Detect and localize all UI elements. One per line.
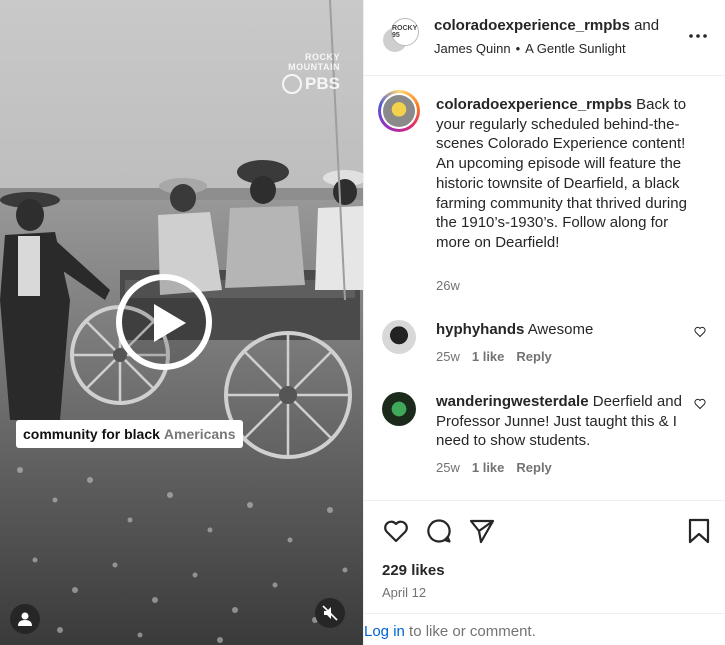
header-username[interactable]: coloradoexperience_rmpbs	[434, 17, 630, 34]
login-link[interactable]: Log in	[364, 623, 405, 640]
post-caption: coloradoexperience_rmpbs Back to your re…	[436, 95, 706, 253]
play-button[interactable]	[116, 274, 212, 370]
comment-likes[interactable]: 1 like	[472, 460, 505, 475]
caption-text-light: Americans	[163, 426, 236, 442]
caption-username[interactable]: coloradoexperience_rmpbs	[436, 96, 632, 113]
more-horizontal-icon	[689, 34, 707, 38]
share-icon[interactable]	[468, 517, 496, 545]
caption-text-dark: community for black	[23, 426, 160, 442]
comment-body: Awesome	[527, 321, 594, 338]
more-options-button[interactable]	[686, 24, 710, 48]
comment-heart-icon[interactable]	[694, 326, 706, 338]
caption-avatar[interactable]	[378, 90, 420, 132]
rocky-mountain-pbs-watermark: ROCKY MOUNTAIN PBS	[270, 52, 340, 94]
post-actions: 229 likes April 12	[364, 500, 725, 615]
heart-icon[interactable]	[382, 517, 410, 545]
commenter-avatar[interactable]	[382, 392, 416, 426]
reply-button[interactable]: Reply	[516, 460, 551, 475]
pbs-head-icon	[282, 74, 303, 94]
video-caption: community for black Americans	[16, 420, 243, 448]
comment-meta: 25w 1 like Reply	[436, 349, 552, 364]
post-detail-panel: ROCKY 95 coloradoexperience_rmpbs and Ja…	[363, 0, 725, 645]
login-rest: to like or comment.	[404, 623, 536, 640]
post-header: ROCKY 95 coloradoexperience_rmpbs and Ja…	[364, 0, 725, 76]
separator: •	[515, 41, 521, 56]
post-media[interactable]: ROCKY MOUNTAIN PBS community for black A…	[0, 0, 363, 645]
login-prompt: Log in to like or comment.	[364, 613, 725, 645]
mute-toggle-button[interactable]	[315, 598, 345, 628]
avatar-badge: ROCKY 95	[391, 18, 419, 46]
post-date: April 12	[382, 585, 427, 600]
comment-icon[interactable]	[425, 517, 453, 545]
muted-speaker-icon	[322, 605, 338, 621]
comment-text: hyphyhands Awesome	[436, 320, 704, 340]
comment-username[interactable]: wanderingwesterdale	[436, 393, 589, 410]
tagged-users-button[interactable]	[10, 604, 40, 634]
caption-body: Back to your regularly scheduled behind-…	[436, 96, 687, 251]
bookmark-icon[interactable]	[685, 517, 713, 545]
reply-button[interactable]: Reply	[516, 349, 551, 364]
likes-count[interactable]: 229 likes	[382, 562, 445, 579]
audio-artist[interactable]: James Quinn	[434, 41, 511, 56]
audio-info[interactable]: James Quinn • A Gentle Sunlight	[434, 41, 626, 56]
comment-username[interactable]: hyphyhands	[436, 321, 524, 338]
comment-heart-icon[interactable]	[694, 398, 706, 410]
comment-likes[interactable]: 1 like	[472, 349, 505, 364]
play-icon	[154, 304, 186, 342]
comment-text: wanderingwesterdale Deerfield and Profes…	[436, 392, 704, 451]
caption-timestamp[interactable]: 26w	[436, 278, 460, 293]
collab-avatars[interactable]: ROCKY 95	[381, 18, 421, 58]
post-authors[interactable]: coloradoexperience_rmpbs and	[434, 17, 666, 34]
and-text: and	[634, 17, 660, 34]
comment-time[interactable]: 25w	[436, 460, 460, 475]
comment-time[interactable]: 25w	[436, 349, 460, 364]
comment-meta: 25w 1 like Reply	[436, 460, 552, 475]
user-icon	[18, 612, 32, 626]
commenter-avatar[interactable]	[382, 320, 416, 354]
audio-track[interactable]: A Gentle Sunlight	[525, 41, 625, 56]
